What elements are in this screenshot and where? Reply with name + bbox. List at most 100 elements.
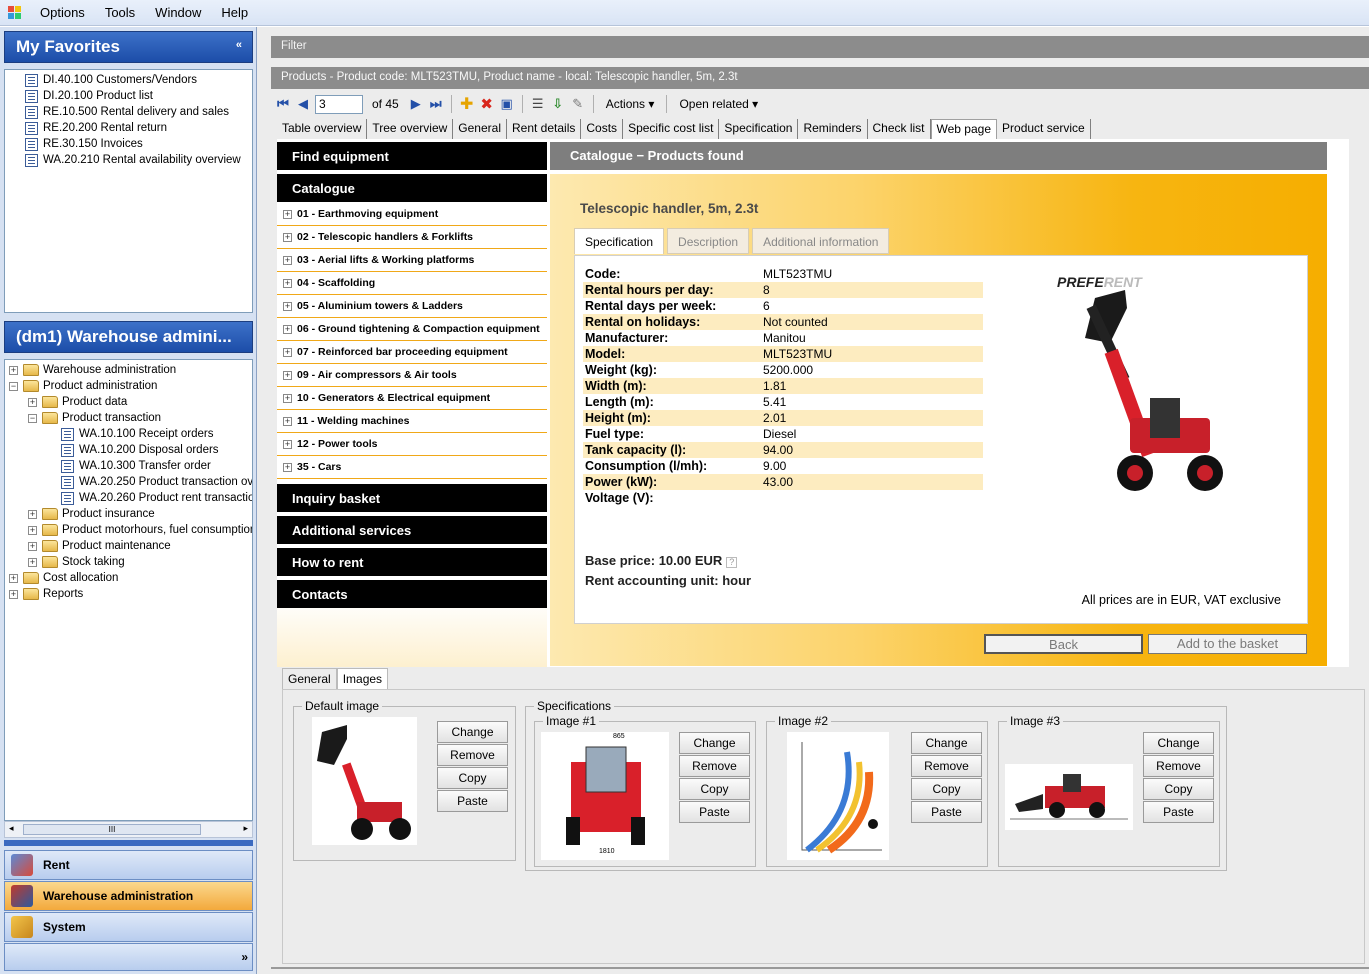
scroll-right-icon[interactable]: ▸ [243, 823, 248, 834]
expand-toggle-icon[interactable]: + [283, 439, 292, 449]
catalogue-category[interactable]: +12 - Power tools [277, 433, 547, 456]
remove-button[interactable]: Remove [437, 744, 508, 766]
prev-record-icon[interactable]: ◀ [295, 96, 311, 112]
paste-button[interactable]: Paste [911, 801, 982, 823]
expand-toggle-icon[interactable]: − [9, 381, 18, 391]
contacts-link[interactable]: Contacts [277, 580, 547, 608]
copy-button[interactable]: Copy [1143, 778, 1214, 800]
expand-toggle-icon[interactable]: + [9, 589, 18, 599]
paste-button[interactable]: Paste [1143, 801, 1214, 823]
catalogue-category[interactable]: +02 - Telescopic handlers & Forklifts [277, 226, 547, 249]
catalogue-category[interactable]: +06 - Ground tightening & Compaction equ… [277, 318, 547, 341]
menu-help[interactable]: Help [211, 5, 258, 20]
how-to-rent-link[interactable]: How to rent [277, 548, 547, 576]
record-tab[interactable]: General [453, 119, 507, 139]
expand-toggle-icon[interactable]: + [28, 397, 37, 407]
paste-button[interactable]: Paste [679, 801, 750, 823]
scroll-left-icon[interactable]: ◂ [9, 823, 14, 834]
copy-button[interactable]: Copy [437, 767, 508, 789]
nav-overflow[interactable]: » [4, 943, 253, 971]
expand-toggle-icon[interactable]: + [283, 209, 292, 219]
remove-button[interactable]: Remove [1143, 755, 1214, 777]
add-icon[interactable]: ✚ [459, 96, 475, 113]
add-to-basket-button[interactable]: Add to the basket [1148, 634, 1307, 654]
tree-node[interactable]: + Cost allocation [9, 570, 118, 586]
catalogue-category[interactable]: +03 - Aerial lifts & Working platforms [277, 249, 547, 272]
tab-general[interactable]: General [282, 668, 337, 690]
record-number-input[interactable] [315, 94, 363, 114]
tab-specification[interactable]: Specification [574, 228, 665, 254]
menu-window[interactable]: Window [145, 5, 211, 20]
favorite-item[interactable]: RE.20.200 Rental return [25, 120, 167, 136]
panel-splitter[interactable] [4, 840, 253, 846]
expand-toggle-icon[interactable]: + [283, 324, 292, 334]
overflow-chevron-icon[interactable]: » [241, 950, 248, 964]
expand-toggle-icon[interactable]: − [28, 413, 37, 423]
change-button[interactable]: Change [1143, 732, 1214, 754]
tree-node[interactable]: + Warehouse administration [9, 362, 176, 378]
expand-toggle-icon[interactable]: + [283, 255, 292, 265]
expand-toggle-icon[interactable]: + [283, 347, 292, 357]
expand-toggle-icon[interactable]: + [9, 365, 18, 375]
expand-toggle-icon[interactable]: + [9, 573, 18, 583]
actions-dropdown[interactable]: Actions ▾ [601, 97, 660, 111]
edit-list-icon[interactable]: ✎ [570, 96, 586, 112]
export-icon[interactable]: ⇩ [550, 96, 566, 112]
favorites-header[interactable]: My Favorites « [4, 31, 253, 63]
tree-node[interactable]: WA.10.300 Transfer order [47, 458, 211, 474]
tree-node[interactable]: + Product data [28, 394, 127, 410]
record-tab[interactable]: Specific cost list [623, 119, 720, 139]
horizontal-scrollbar[interactable]: ◂ III ▸ [4, 821, 253, 838]
delete-icon[interactable]: ✖ [479, 96, 495, 113]
record-tab[interactable]: Web page [930, 119, 998, 139]
back-button[interactable]: Back [984, 634, 1143, 654]
expand-toggle-icon[interactable]: + [28, 509, 37, 519]
tree-node[interactable]: WA.10.100 Receipt orders [47, 426, 213, 442]
record-tab[interactable]: Reminders [798, 119, 868, 139]
catalogue-category[interactable]: +01 - Earthmoving equipment [277, 203, 547, 226]
list-icon[interactable]: ☰ [530, 96, 546, 112]
expand-toggle-icon[interactable]: + [28, 557, 37, 567]
tab-images[interactable]: Images [336, 668, 389, 690]
next-record-icon[interactable]: ▶ [408, 96, 424, 112]
favorite-item[interactable]: WA.20.210 Rental availability overview [25, 152, 241, 168]
copy-button[interactable]: Copy [911, 778, 982, 800]
catalogue-category[interactable]: +05 - Aluminium towers & Ladders [277, 295, 547, 318]
tree-node[interactable]: + Product maintenance [28, 538, 171, 554]
record-tab[interactable]: Tree overview [367, 119, 454, 139]
favorite-item[interactable]: RE.30.150 Invoices [25, 136, 143, 152]
nav-system[interactable]: System [4, 912, 253, 942]
record-tab[interactable]: Costs [581, 119, 624, 139]
nav-rent[interactable]: Rent [4, 850, 253, 880]
menu-options[interactable]: Options [30, 5, 95, 20]
tree-node[interactable]: + Product insurance [28, 506, 155, 522]
catalogue-category[interactable]: +07 - Reinforced bar proceeding equipmen… [277, 341, 547, 364]
tree-node[interactable]: WA.20.260 Product rent transaction [47, 490, 252, 506]
collapse-icon[interactable]: « [236, 39, 242, 51]
copy-button[interactable]: Copy [679, 778, 750, 800]
save-icon[interactable]: ▣ [499, 96, 515, 112]
expand-toggle-icon[interactable]: + [283, 301, 292, 311]
catalogue-category[interactable]: +35 - Cars [277, 456, 547, 479]
menu-tools[interactable]: Tools [95, 5, 145, 20]
catalogue-category[interactable]: +04 - Scaffolding [277, 272, 547, 295]
expand-toggle-icon[interactable]: + [28, 541, 37, 551]
nav-warehouse[interactable]: Warehouse administration [4, 881, 253, 911]
change-button[interactable]: Change [911, 732, 982, 754]
record-tab[interactable]: Product service [997, 119, 1091, 139]
record-tab[interactable]: Check list [868, 119, 931, 139]
catalogue-category[interactable]: +11 - Welding machines [277, 410, 547, 433]
catalogue-category[interactable]: +09 - Air compressors & Air tools [277, 364, 547, 387]
paste-button[interactable]: Paste [437, 790, 508, 812]
tree-node[interactable]: + Stock taking [28, 554, 125, 570]
favorite-item[interactable]: DI.40.100 Customers/Vendors [25, 72, 197, 88]
tree-node[interactable]: WA.10.200 Disposal orders [47, 442, 219, 458]
favorite-item[interactable]: RE.10.500 Rental delivery and sales [25, 104, 229, 120]
expand-toggle-icon[interactable]: + [283, 232, 292, 242]
catalogue-header[interactable]: Catalogue [277, 174, 547, 202]
tab-description[interactable]: Description [667, 228, 750, 254]
expand-toggle-icon[interactable]: + [28, 525, 37, 535]
tab-additional-information[interactable]: Additional information [752, 228, 890, 254]
expand-toggle-icon[interactable]: + [283, 370, 292, 380]
record-tab[interactable]: Rent details [507, 119, 582, 139]
